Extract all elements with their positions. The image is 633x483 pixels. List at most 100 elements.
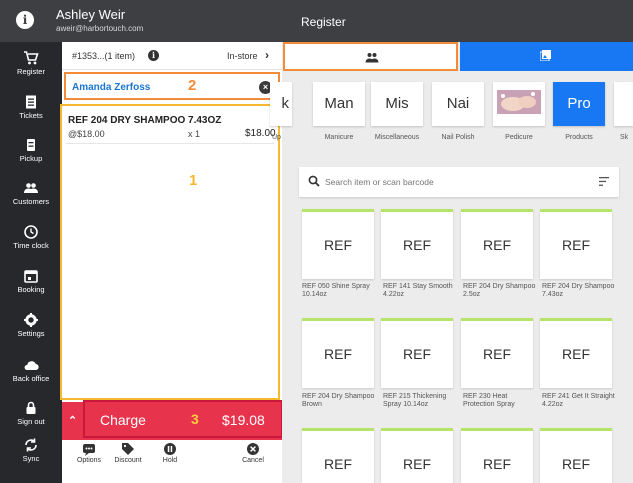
- user-name: Ashley Weir: [56, 7, 126, 22]
- annotation-label-2: 2: [188, 77, 197, 94]
- options-label: Options: [76, 457, 102, 464]
- product-tile[interactable]: REF: [540, 318, 612, 388]
- charge-button[interactable]: Charge 3 $19.08: [83, 400, 283, 438]
- cancel-button[interactable]: Cancel: [231, 442, 275, 464]
- sidebar-item-back-office[interactable]: Back office: [0, 357, 62, 401]
- product-tile[interactable]: REF: [461, 209, 533, 279]
- sidebar-item-sync[interactable]: Sync: [0, 437, 62, 481]
- sidebar-item-time-clock[interactable]: Time clock: [0, 224, 62, 268]
- sidebar-item-label: Time clock: [13, 241, 49, 250]
- product-text: REF: [483, 346, 511, 362]
- order-items-list: REF 204 DRY SHAMPOO 7.43OZ @$18.00 x 1 $…: [60, 104, 280, 400]
- category-tile[interactable]: Nai: [432, 82, 484, 126]
- product-text: REF: [483, 237, 511, 253]
- discount-label: Discount: [114, 457, 142, 464]
- gear-icon: [24, 313, 38, 327]
- charge-label: Charge: [100, 412, 146, 428]
- category-tile[interactable]: [493, 82, 545, 126]
- sidebar-item-settings[interactable]: Settings: [0, 312, 62, 356]
- category-text: Pro: [567, 95, 591, 112]
- category-text: Mis: [385, 95, 409, 112]
- search-input[interactable]: [325, 173, 585, 191]
- customer-field[interactable]: Amanda Zerfoss 2 ×: [64, 72, 280, 100]
- tab-customers[interactable]: [283, 42, 458, 71]
- product-tile[interactable]: REF: [302, 428, 374, 483]
- category-label: Manicure: [324, 134, 354, 141]
- product-tile[interactable]: REF: [381, 428, 453, 483]
- item-unit-price: @$18.00: [68, 129, 105, 139]
- sidebar-item-pickup[interactable]: Pickup: [0, 137, 62, 181]
- hold-button[interactable]: Hold: [148, 442, 192, 464]
- category-text: Nai: [446, 95, 470, 112]
- pedicure-image: [493, 82, 545, 126]
- product-tile[interactable]: REF: [302, 318, 374, 388]
- product-tile[interactable]: REF: [381, 209, 453, 279]
- pickup-icon: [27, 139, 35, 151]
- top-bar: i Ashley Weir aweir@harbortouch.com Regi…: [0, 0, 633, 42]
- product-text: REF: [483, 456, 511, 472]
- product-label: REF 215 Thickening Spray 10.14oz: [383, 393, 447, 408]
- sidebar-item-label: Back office: [12, 374, 50, 383]
- order-mode[interactable]: In-store: [227, 51, 258, 61]
- product-text: REF: [403, 346, 431, 362]
- product-tile[interactable]: REF: [540, 428, 612, 483]
- category-label: Sk: [620, 134, 629, 141]
- filter-icon[interactable]: [599, 177, 609, 186]
- cancel-label: Cancel: [242, 457, 264, 464]
- category-tile[interactable]: Mis: [371, 82, 423, 126]
- user-email: aweir@harbortouch.com: [56, 24, 144, 33]
- category-label: Up: [272, 134, 281, 141]
- product-tile[interactable]: REF: [461, 428, 533, 483]
- product-tile[interactable]: REF: [540, 209, 612, 279]
- category-label: Miscellaneous: [374, 134, 420, 141]
- sidebar-item-label: Customers: [12, 197, 50, 206]
- product-text: REF: [562, 346, 590, 362]
- info-icon[interactable]: i: [16, 11, 34, 29]
- sidebar-item-register[interactable]: Register: [0, 50, 62, 94]
- product-label: REF 204 Dry Shampoo 7.43oz: [542, 283, 615, 298]
- info-icon[interactable]: i: [148, 50, 159, 61]
- product-label: REF 050 Shine Spray 10.14oz: [302, 283, 370, 298]
- product-tile[interactable]: REF: [302, 209, 374, 279]
- pause-icon: [164, 443, 176, 455]
- clock-icon: [24, 225, 38, 239]
- order-actions: Options Discount Hold Cancel: [62, 440, 282, 483]
- sidebar-item-customers[interactable]: Customers: [0, 180, 62, 224]
- options-button[interactable]: Options: [67, 442, 111, 464]
- divider: [66, 143, 274, 144]
- close-icon: [247, 443, 259, 455]
- sidebar-item-label: Booking: [17, 285, 45, 294]
- sidebar-item-label: Pickup: [19, 154, 43, 163]
- calendar-icon: [24, 270, 38, 283]
- product-tile[interactable]: REF: [381, 318, 453, 388]
- chevron-up-icon[interactable]: ⌃: [68, 414, 77, 427]
- product-label: REF 230 Heat Protection Spray: [463, 393, 515, 408]
- product-text: REF: [403, 456, 431, 472]
- sidebar-item-label: Sync: [22, 454, 40, 463]
- item-total: $18.00: [245, 128, 276, 139]
- customer-name[interactable]: Amanda Zerfoss: [72, 82, 150, 93]
- chevron-right-icon[interactable]: ›: [265, 48, 269, 62]
- sidebar-item-tickets[interactable]: Tickets: [0, 94, 62, 138]
- people-icon: [24, 183, 38, 193]
- product-tile[interactable]: REF: [461, 318, 533, 388]
- category-tile[interactable]: Man: [313, 82, 365, 126]
- category-text: k: [281, 95, 290, 112]
- sidebar-item-label: Register: [17, 67, 45, 76]
- tab-catalog[interactable]: [460, 42, 633, 71]
- sidebar-item-booking[interactable]: Booking: [0, 268, 62, 312]
- receipt-icon: [26, 95, 36, 109]
- sidebar-item-label: Sign out: [17, 417, 45, 426]
- product-text: REF: [324, 346, 352, 362]
- category-tile[interactable]: [614, 82, 633, 126]
- category-tile-selected[interactable]: Pro: [553, 82, 605, 126]
- annotation-label-1: 1: [189, 172, 198, 189]
- discount-button[interactable]: Discount: [106, 442, 150, 464]
- order-number[interactable]: #1353...(1 item): [72, 51, 135, 61]
- category-label: Nail Polish: [441, 134, 475, 141]
- category-text: Man: [324, 95, 354, 112]
- charge-total: $19.08: [222, 412, 265, 428]
- sidebar-item-label: Tickets: [19, 111, 43, 120]
- category-tile[interactable]: k: [270, 82, 292, 126]
- hold-label: Hold: [162, 457, 178, 464]
